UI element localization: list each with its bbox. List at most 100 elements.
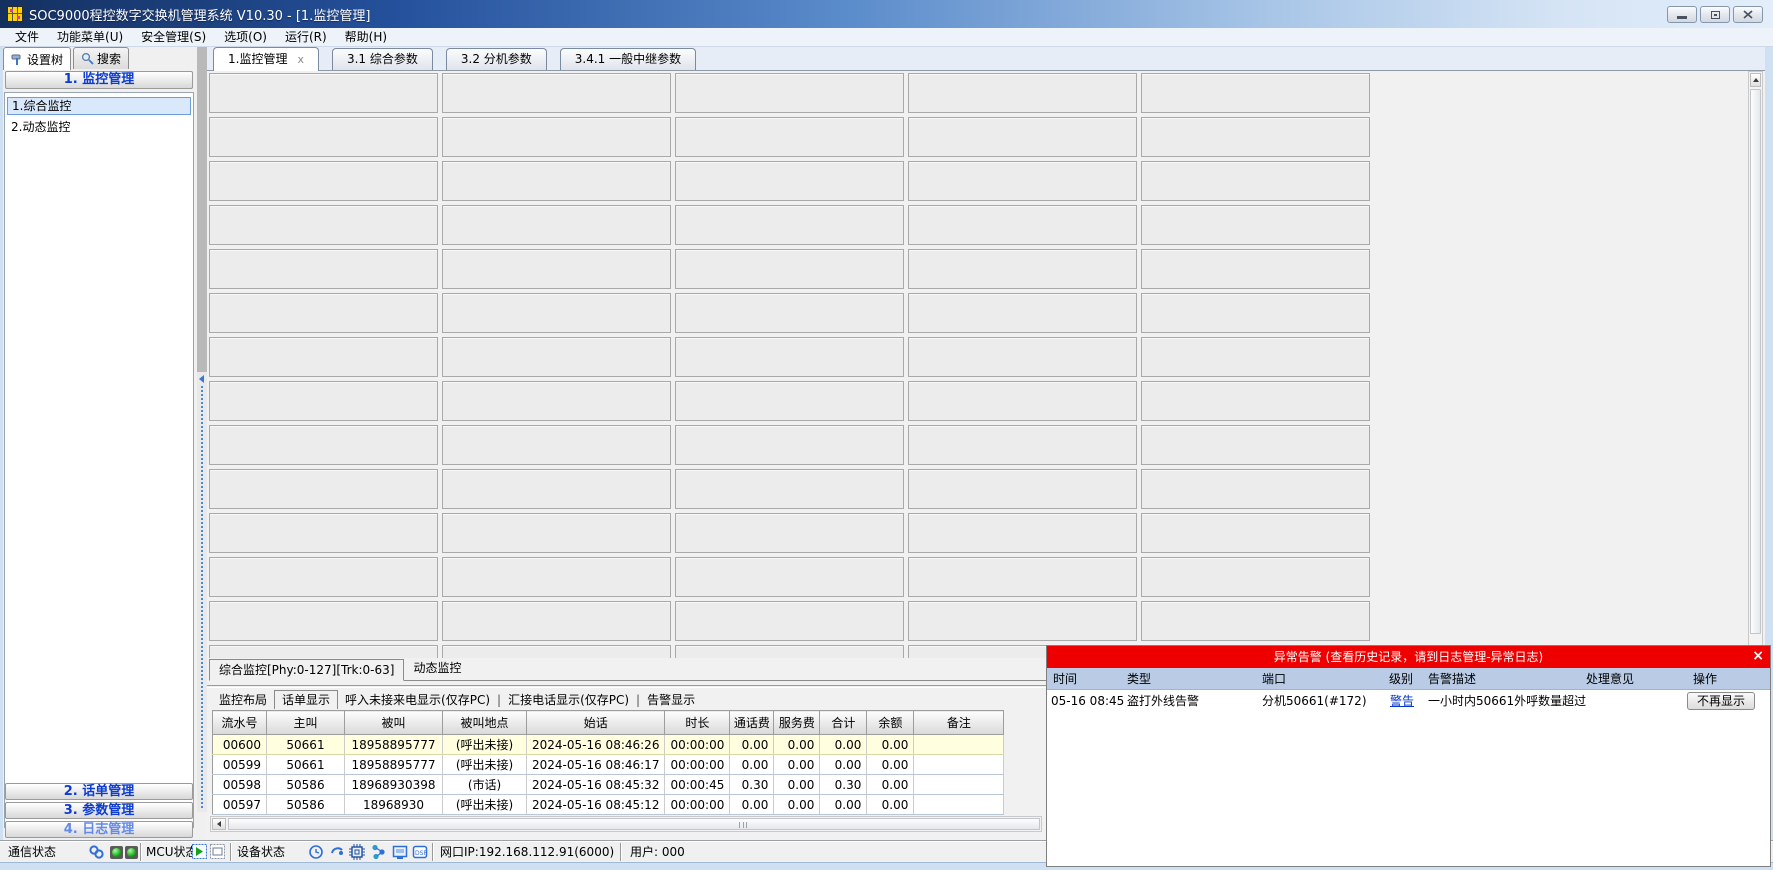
tab-monitor-management[interactable]: 1.监控管理x <box>213 47 319 71</box>
call-row[interactable]: 0060050661 18958895777(呼出未接) 2024-05-16 … <box>213 735 1004 755</box>
section-button-logs[interactable]: 4. 日志管理 <box>5 821 193 838</box>
monitor-cell[interactable] <box>1141 249 1370 289</box>
monitor-cell[interactable] <box>442 73 671 113</box>
monitor-cell[interactable] <box>209 469 438 509</box>
col-duration[interactable]: 时长 <box>665 711 730 735</box>
restore-button[interactable] <box>1700 6 1730 23</box>
monitor-cell[interactable] <box>908 557 1137 597</box>
col-total[interactable]: 合计 <box>820 711 867 735</box>
col-caller[interactable]: 主叫 <box>267 711 345 735</box>
alarm-close-icon[interactable]: × <box>1752 646 1764 666</box>
close-button[interactable] <box>1733 6 1763 23</box>
monitor-cell[interactable] <box>908 161 1137 201</box>
monitor-cell[interactable] <box>1141 601 1370 641</box>
monitor-cell[interactable] <box>1141 161 1370 201</box>
monitor-cell[interactable] <box>442 557 671 597</box>
monitor-cell[interactable] <box>442 205 671 245</box>
monitor-cell[interactable] <box>1141 337 1370 377</box>
tab-trunk-params[interactable]: 3.4.1 一般中继参数 <box>560 48 696 70</box>
monitor-cell[interactable] <box>1141 293 1370 333</box>
menu-function[interactable]: 功能菜单(U) <box>48 28 132 46</box>
monitor-cell[interactable] <box>209 557 438 597</box>
monitor-cell[interactable] <box>675 205 904 245</box>
monitor-cell[interactable] <box>1141 513 1370 553</box>
view-tab-comprehensive[interactable]: 综合监控[Phy:0-127][Trk:0-63] <box>209 659 404 681</box>
monitor-cell[interactable] <box>442 293 671 333</box>
sidebar-splitter-handle[interactable] <box>197 372 207 812</box>
monitor-cell[interactable] <box>908 469 1137 509</box>
monitor-cell[interactable] <box>908 337 1137 377</box>
section-button-cdr[interactable]: 2. 话单管理 <box>5 783 193 800</box>
col-start-time[interactable]: 始话 <box>527 711 665 735</box>
menu-security[interactable]: 安全管理(S) <box>132 28 215 46</box>
monitor-cell[interactable] <box>209 337 438 377</box>
monitor-cell[interactable] <box>675 161 904 201</box>
monitor-cell[interactable] <box>1141 117 1370 157</box>
grid-vertical-scrollbar[interactable] <box>1748 71 1763 648</box>
monitor-cell[interactable] <box>442 425 671 465</box>
monitor-cell[interactable] <box>1141 557 1370 597</box>
monitor-cell[interactable] <box>1141 381 1370 421</box>
monitor-cell[interactable] <box>442 645 671 658</box>
monitor-cell[interactable] <box>675 469 904 509</box>
minimize-button[interactable] <box>1667 6 1697 23</box>
monitor-cell[interactable] <box>209 513 438 553</box>
view-tab-dynamic[interactable]: 动态监控 <box>404 658 470 680</box>
monitor-cell[interactable] <box>442 117 671 157</box>
monitor-cell[interactable] <box>908 381 1137 421</box>
monitor-cell[interactable] <box>908 73 1137 113</box>
monitor-cell[interactable] <box>1141 205 1370 245</box>
display-tab-layout[interactable]: 监控布局 <box>212 692 274 709</box>
monitor-cell[interactable] <box>675 249 904 289</box>
monitor-cell[interactable] <box>908 117 1137 157</box>
monitor-cell[interactable] <box>675 513 904 553</box>
vertical-scroll-thumb[interactable] <box>1750 89 1761 634</box>
col-callee-location[interactable]: 被叫地点 <box>443 711 527 735</box>
monitor-cell[interactable] <box>442 469 671 509</box>
monitor-cell[interactable] <box>209 425 438 465</box>
col-call-fee[interactable]: 通话费 <box>730 711 774 735</box>
monitor-cell[interactable] <box>675 117 904 157</box>
monitor-cell[interactable] <box>675 73 904 113</box>
monitor-cell[interactable] <box>908 249 1137 289</box>
scroll-up-button[interactable] <box>1750 73 1761 87</box>
sidebar-splitter[interactable] <box>197 47 207 372</box>
monitor-cell[interactable] <box>442 161 671 201</box>
monitor-cell[interactable] <box>209 645 438 658</box>
monitor-cell[interactable] <box>908 425 1137 465</box>
monitor-cell[interactable] <box>675 425 904 465</box>
scroll-left-button[interactable] <box>212 818 226 830</box>
col-service-fee[interactable]: 服务费 <box>774 711 820 735</box>
tree-item-dynamic-monitor[interactable]: 2.动态监控 <box>7 119 191 135</box>
menu-file[interactable]: 文件 <box>6 28 48 46</box>
sidebar-tab-settings-tree[interactable]: 设置树 <box>3 47 71 70</box>
monitor-cell[interactable] <box>675 293 904 333</box>
monitor-cell[interactable] <box>908 293 1137 333</box>
monitor-cell[interactable] <box>908 601 1137 641</box>
monitor-cell[interactable] <box>442 249 671 289</box>
tree-item-comprehensive-monitor[interactable]: 1.综合监控 <box>7 97 191 115</box>
monitor-cell[interactable] <box>209 73 438 113</box>
monitor-cell[interactable] <box>1141 425 1370 465</box>
col-callee[interactable]: 被叫 <box>345 711 443 735</box>
col-serial[interactable]: 流水号 <box>213 711 267 735</box>
section-button-params[interactable]: 3. 参数管理 <box>5 802 193 819</box>
monitor-cell[interactable] <box>209 117 438 157</box>
menu-options[interactable]: 选项(O) <box>215 28 276 46</box>
monitor-cell[interactable] <box>209 293 438 333</box>
monitor-cell[interactable] <box>675 381 904 421</box>
menu-help[interactable]: 帮助(H) <box>336 28 396 46</box>
monitor-cell[interactable] <box>209 381 438 421</box>
monitor-cell[interactable] <box>442 513 671 553</box>
menu-run[interactable]: 运行(R) <box>276 28 336 46</box>
monitor-cell[interactable] <box>442 381 671 421</box>
call-row[interactable]: 0059750586 18968930(呼出未接) 2024-05-16 08:… <box>213 795 1004 815</box>
monitor-cell[interactable] <box>908 513 1137 553</box>
tab-close-icon[interactable]: x <box>297 53 304 66</box>
monitor-cell[interactable] <box>209 249 438 289</box>
monitor-cell[interactable] <box>209 161 438 201</box>
display-tab-missed-calls[interactable]: 呼入未接来电显示(仅存PC) <box>338 692 497 709</box>
dismiss-alarm-button[interactable]: 不再显示 <box>1687 692 1755 710</box>
display-tab-cdr[interactable]: 话单显示 <box>274 690 338 709</box>
monitor-cell[interactable] <box>209 205 438 245</box>
